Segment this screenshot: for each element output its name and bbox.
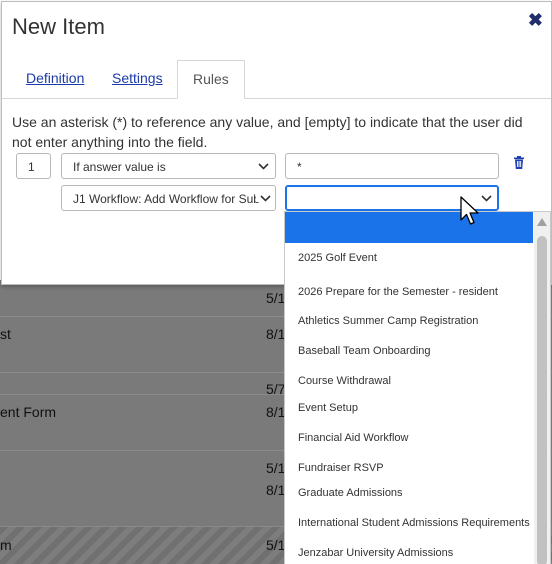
background-date: 8/1 [266, 326, 286, 342]
rule-number-field[interactable]: 1 [16, 153, 51, 179]
condition-select-value: If answer value is [73, 160, 166, 174]
mouse-cursor-icon [460, 196, 480, 231]
dropdown-scrollbar[interactable] [534, 212, 550, 564]
condition-select[interactable]: If answer value is [61, 153, 276, 179]
action-select-value: J1 Workflow: Add Workflow for Sub [73, 192, 260, 206]
background-date: 5/1 [266, 537, 286, 553]
dropdown-option[interactable]: Jenzabar University Admissions [298, 547, 453, 559]
tab-settings[interactable]: Settings [112, 70, 163, 86]
tab-bar: Definition Settings Rules [2, 60, 551, 99]
trash-icon[interactable] [514, 156, 524, 174]
dropdown-option[interactable]: 2025 Golf Event [298, 252, 377, 264]
close-icon[interactable]: ✖ [528, 10, 543, 31]
dropdown-option-selected[interactable] [285, 212, 533, 243]
background-date: 8/1 [266, 482, 286, 498]
scroll-up-arrow-icon[interactable] [537, 218, 547, 226]
rules-description: Use an asterisk (*) to reference any val… [12, 114, 523, 150]
dropdown-option[interactable]: International Student Admissions Require… [298, 517, 530, 529]
dropdown-option[interactable]: Financial Aid Workflow [298, 432, 408, 444]
background-date: 5/1 [266, 290, 286, 306]
dropdown-option[interactable]: Graduate Admissions [298, 487, 403, 499]
tab-rules[interactable]: Rules [177, 60, 245, 99]
background-row-label: ent Form [0, 404, 57, 420]
action-select[interactable]: J1 Workflow: Add Workflow for Sub [61, 185, 276, 211]
dropdown-option[interactable]: Event Setup [298, 402, 358, 414]
background-row-label: m [0, 537, 12, 553]
background-date: 8/1 [266, 404, 286, 420]
dropdown-option[interactable]: Fundraiser RSVP [298, 462, 384, 474]
chevron-down-icon [481, 186, 492, 202]
workflow-dropdown-list[interactable]: 2025 Golf Event 2026 Prepare for the Sem… [284, 211, 551, 564]
chevron-down-icon [256, 186, 271, 202]
chevron-down-icon [258, 154, 269, 170]
dropdown-option[interactable]: Baseball Team Onboarding [298, 345, 431, 357]
dropdown-option[interactable]: Athletics Summer Camp Registration [298, 315, 478, 327]
background-row-label: st [0, 326, 11, 342]
answer-value-input[interactable]: * [285, 153, 499, 179]
tab-definition[interactable]: Definition [26, 70, 84, 86]
modal-title: New Item [12, 14, 105, 39]
scrollbar-thumb[interactable] [537, 236, 547, 564]
dropdown-option[interactable]: Course Withdrawal [298, 375, 391, 387]
background-date: 5/1 [266, 460, 286, 476]
dropdown-option[interactable]: 2026 Prepare for the Semester - resident [298, 286, 498, 298]
